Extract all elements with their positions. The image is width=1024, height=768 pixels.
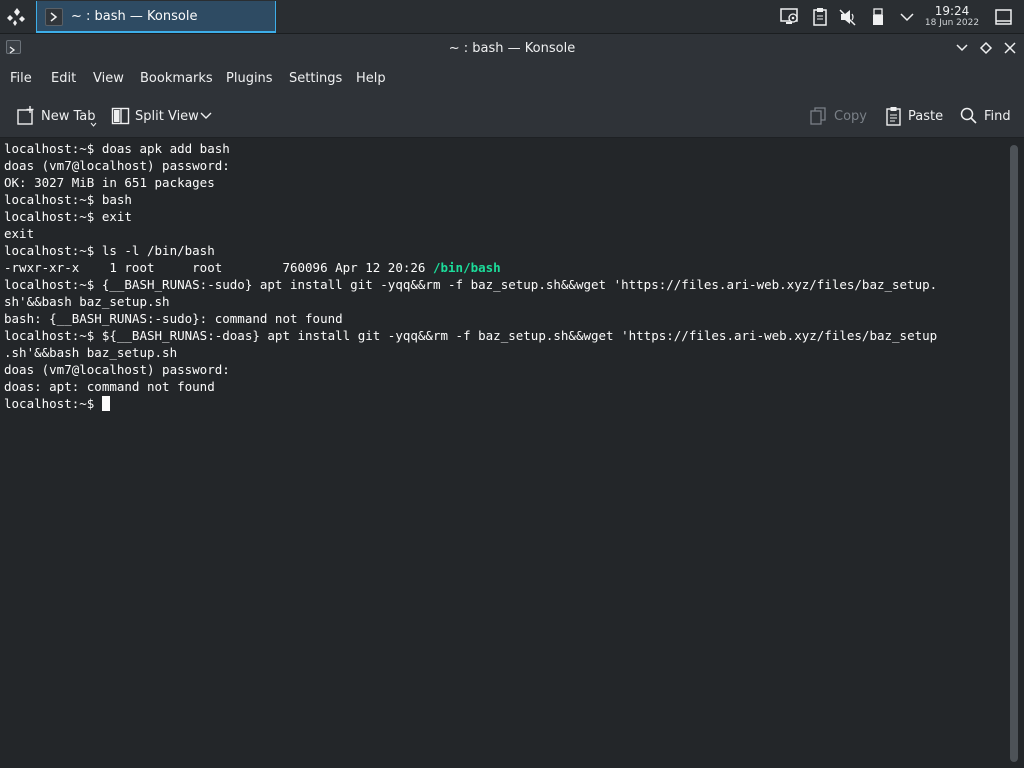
copy-icon [810, 107, 826, 125]
prompt-text: localhost:~$ [4, 396, 102, 411]
audio-muted-icon[interactable] [837, 7, 859, 27]
window-title: ~ : bash — Konsole [448, 41, 576, 56]
menu-bookmarks[interactable]: Bookmarks [140, 71, 213, 86]
terminal-line: .sh'&&bash baz_setup.sh [4, 345, 178, 360]
find-button[interactable]: Find [959, 104, 1013, 128]
clock-date: 18 Jun 2022 [924, 18, 980, 28]
terminal-line: localhost:~$ ${__BASH_RUNAS:-doas} apt i… [4, 328, 938, 343]
show-desktop-icon[interactable] [993, 7, 1015, 27]
terminal-line-ls-output: -rwxr-xr-x 1 root root 760096 Apr 12 20:… [4, 259, 1004, 276]
terminal-view[interactable]: localhost:~$ doas apk add bash doas (vm7… [0, 139, 1004, 768]
text-cursor [101, 396, 110, 411]
paste-button[interactable]: Paste [884, 104, 944, 128]
copy-button[interactable]: Copy [809, 104, 869, 128]
new-tab-icon [17, 106, 34, 125]
minimize-button[interactable] [954, 40, 970, 56]
clock-time: 19:24 [934, 4, 970, 18]
menu-bar: File Edit View Bookmarks Plugins Setting… [0, 62, 1024, 94]
terminal-line: localhost:~$ exit [4, 209, 132, 224]
terminal-line: localhost:~$ ls -l /bin/bash [4, 243, 215, 258]
window-titlebar[interactable]: ~ : bash — Konsole [0, 34, 1024, 62]
scrollbar-thumb[interactable] [1010, 145, 1018, 762]
taskbar-task-konsole[interactable]: ~ : bash — Konsole [36, 1, 276, 33]
terminal-line: exit [4, 226, 35, 241]
paste-label: Paste [908, 109, 944, 124]
menu-file[interactable]: File [10, 71, 32, 86]
taskbar: ~ : bash — Konsole 19:24 18 Jun 2022 [0, 0, 1024, 34]
new-tab-button[interactable]: New Tab [16, 104, 98, 128]
executable-path: /bin/bash [432, 260, 501, 275]
menu-help[interactable]: Help [356, 71, 386, 86]
usb-device-icon[interactable] [867, 7, 889, 27]
terminal-line: doas: apt: command not found [4, 379, 215, 394]
menu-settings[interactable]: Settings [289, 71, 342, 86]
terminal-line: localhost:~$ doas apk add bash [4, 141, 230, 156]
konsole-icon [45, 8, 63, 26]
terminal-prompt-line[interactable]: localhost:~$ [4, 395, 1004, 412]
paste-icon [886, 107, 901, 126]
split-view-button[interactable]: Split View [111, 104, 215, 128]
split-view-dropdown-icon [200, 112, 212, 119]
terminal-line: doas (vm7@localhost) password: [4, 362, 230, 377]
find-label: Find [984, 109, 1011, 124]
terminal-line: bash: {__BASH_RUNAS:-sudo}: command not … [4, 311, 343, 326]
toolbar: New Tab Split View Copy Paste Find [0, 94, 1024, 138]
tray-expand-chevron-icon[interactable] [896, 7, 918, 27]
close-button[interactable] [1002, 40, 1018, 56]
terminal-line: localhost:~$ {__BASH_RUNAS:-sudo} apt in… [4, 277, 938, 292]
copy-label: Copy [834, 109, 867, 124]
terminal-line: doas (vm7@localhost) password: [4, 158, 230, 173]
clipboard-icon[interactable] [809, 7, 831, 27]
terminal-scrollbar[interactable] [1004, 139, 1024, 768]
split-view-label: Split View [135, 109, 199, 124]
terminal-line: localhost:~$ bash [4, 192, 132, 207]
menu-edit[interactable]: Edit [51, 71, 76, 86]
menu-view[interactable]: View [93, 71, 124, 86]
application-launcher-icon[interactable] [4, 4, 30, 30]
menu-plugins[interactable]: Plugins [226, 71, 273, 86]
display-config-icon[interactable] [779, 7, 801, 27]
search-icon [960, 107, 977, 124]
terminal-line: OK: 3027 MiB in 651 packages [4, 175, 215, 190]
new-tab-dropdown-icon [90, 122, 97, 127]
clock[interactable]: 19:24 18 Jun 2022 [922, 5, 982, 29]
ls-output-text: -rwxr-xr-x 1 root root 760096 Apr 12 20:… [4, 260, 433, 275]
terminal-line: sh'&&bash baz_setup.sh [4, 294, 170, 309]
maximize-button[interactable] [978, 40, 994, 56]
split-view-icon [111, 107, 130, 125]
task-label: ~ : bash — Konsole [71, 9, 198, 24]
new-tab-label: New Tab [41, 109, 96, 124]
